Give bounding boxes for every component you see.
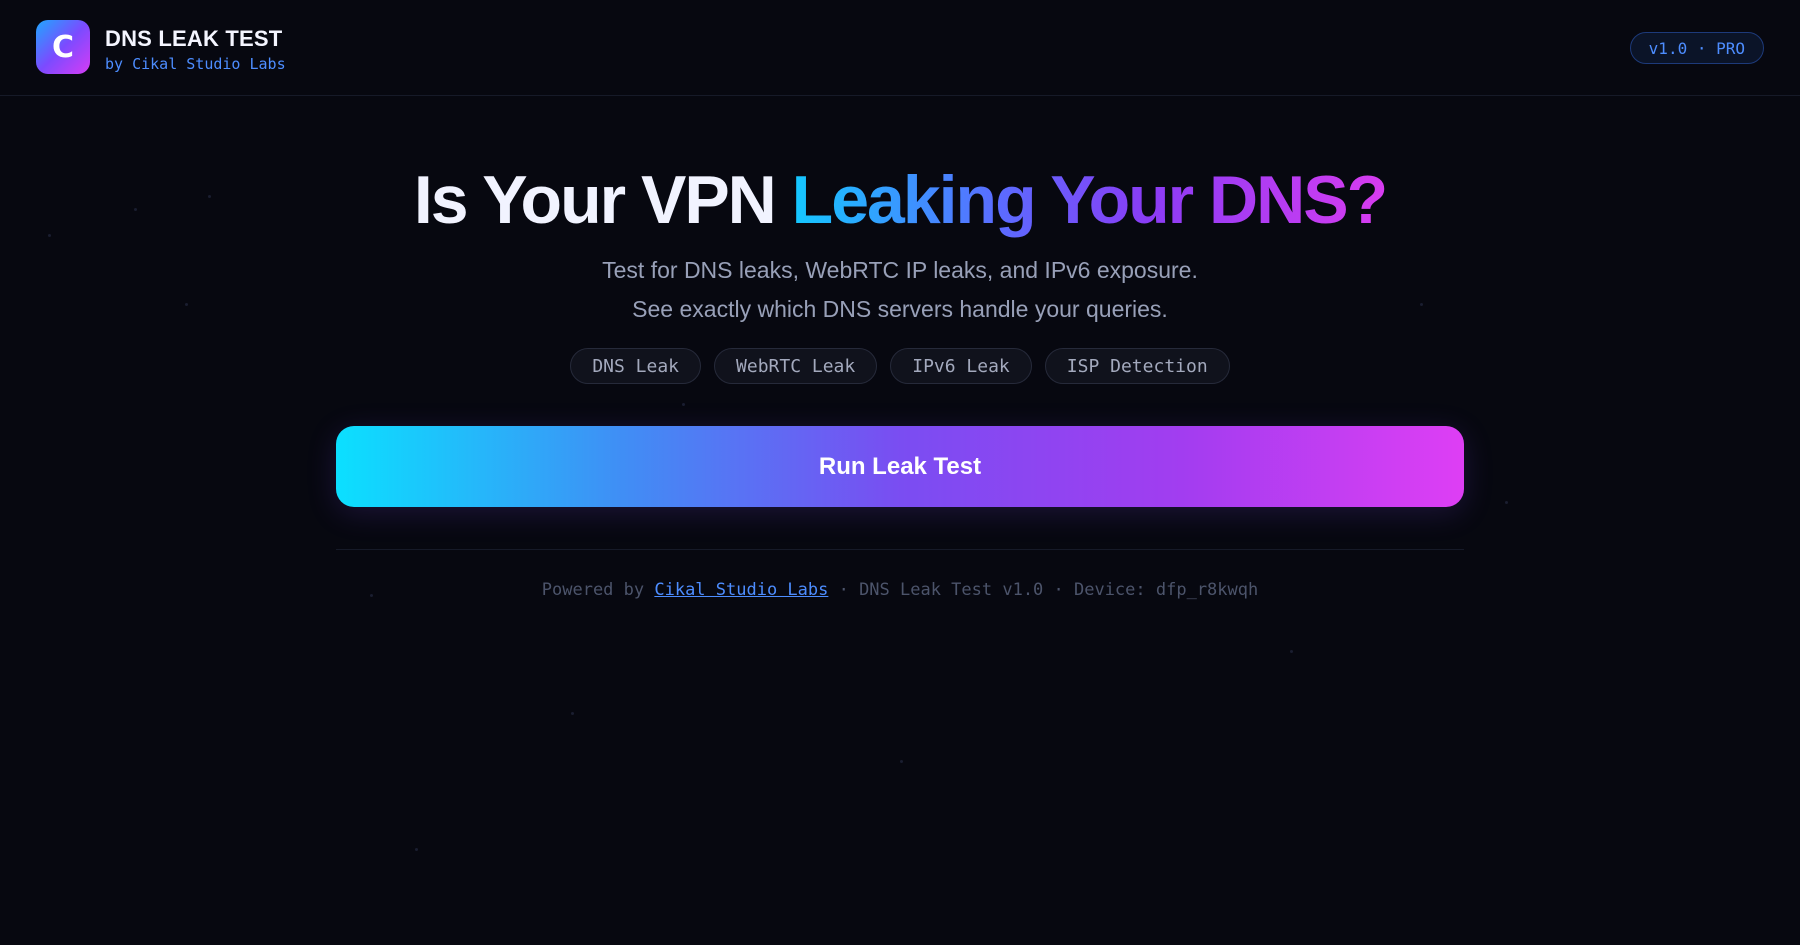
tag-webrtc-leak: WebRTC Leak: [714, 348, 878, 384]
footer-studio-link[interactable]: Cikal Studio Labs: [654, 580, 828, 600]
run-leak-test-button[interactable]: Run Leak Test: [336, 426, 1464, 507]
footer: Powered by Cikal Studio Labs · DNS Leak …: [0, 578, 1800, 602]
app-header: C DNS LEAK TEST by Cikal Studio Labs v1.…: [0, 0, 1800, 96]
star-dot: [415, 848, 418, 851]
hero-title-gradient: Leaking Your DNS?: [791, 162, 1388, 238]
star-dot: [1505, 501, 1508, 504]
star-dot: [571, 712, 574, 715]
version-badge: v1.0 · PRO: [1629, 32, 1764, 64]
tag-isp-detection: ISP Detection: [1044, 348, 1230, 384]
app-subtitle: by Cikal Studio Labs: [105, 55, 286, 73]
star-dot: [1290, 650, 1293, 653]
tag-ipv6-leak: IPv6 Leak: [890, 348, 1032, 384]
star-dot: [682, 403, 685, 406]
hero-subtitle-line1: Test for DNS leaks, WebRTC IP leaks, and…: [602, 257, 1198, 283]
tag-dns-leak: DNS Leak: [570, 348, 702, 384]
feature-tags: DNS Leak WebRTC Leak IPv6 Leak ISP Detec…: [0, 348, 1800, 384]
hero-title-plain: Is Your VPN: [413, 162, 792, 238]
section-divider: [336, 549, 1464, 550]
hero-title: Is Your VPN Leaking Your DNS?: [0, 158, 1800, 242]
logo-letter: C: [51, 29, 75, 65]
app-title: DNS LEAK TEST: [105, 26, 283, 51]
footer-powered-by: Powered by: [541, 580, 655, 600]
footer-meta: · DNS Leak Test v1.0 · Device: dfp_r8kwq…: [828, 580, 1259, 600]
star-dot: [900, 760, 903, 763]
brand-block: DNS LEAK TEST by Cikal Studio Labs: [105, 26, 286, 74]
app-logo-icon[interactable]: C: [36, 20, 90, 74]
hero-subtitle-line2: See exactly which DNS servers handle you…: [632, 296, 1168, 322]
